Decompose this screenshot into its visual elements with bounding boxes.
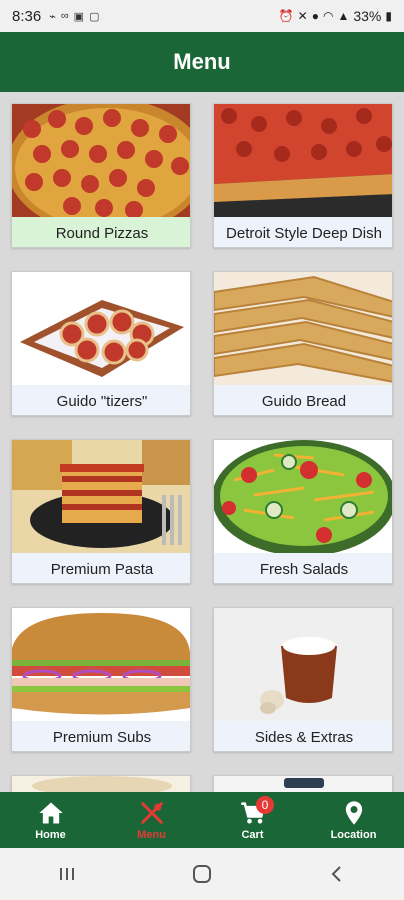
- deep-dish-image: [214, 104, 392, 217]
- system-icons: ⏰ ✕ ● ◠ ▲ 33% ▮: [279, 8, 392, 24]
- menu-item-premium-pasta[interactable]: Premium Pasta: [11, 439, 191, 584]
- menu-item-label: Round Pizzas: [12, 217, 190, 247]
- back-icon[interactable]: [325, 862, 349, 886]
- menu-item-partial[interactable]: [213, 775, 393, 792]
- bottom-nav: Home Menu 0 Cart Location: [0, 792, 404, 848]
- menu-item-partial[interactable]: [11, 775, 191, 792]
- menu-item-label: Detroit Style Deep Dish: [214, 217, 392, 247]
- battery-text: 33%: [353, 8, 382, 24]
- sub-sandwich-image: [12, 608, 190, 721]
- menu-item-label: Guido "tizers": [12, 385, 190, 415]
- page-title: Menu: [173, 49, 231, 74]
- app-bar: Menu: [0, 32, 404, 92]
- status-bar: 8:36 ⌁ ∞ ▣ ▢ ⏰ ✕ ● ◠ ▲ 33% ▮: [0, 0, 404, 32]
- food-image: [12, 776, 190, 792]
- phone-icon: ▢: [89, 10, 100, 23]
- menu-item-guido-bread[interactable]: Guido Bread: [213, 271, 393, 416]
- dipping-sauce-image: [214, 608, 392, 721]
- recent-apps-icon[interactable]: [55, 862, 79, 886]
- system-navigation-bar: [0, 848, 404, 900]
- utensils-icon: [140, 802, 163, 824]
- menu-item-label: Sides & Extras: [214, 721, 392, 751]
- salad-image: [214, 440, 392, 553]
- nav-cart[interactable]: 0 Cart: [202, 792, 303, 848]
- nav-cart-label: Cart: [241, 829, 264, 841]
- voicemail-icon: ∞: [60, 10, 69, 22]
- wifi-icon: ◠: [322, 9, 334, 23]
- lasagna-image: [12, 440, 190, 553]
- menu-item-premium-subs[interactable]: Premium Subs: [11, 607, 191, 752]
- pinwheel-appetizer-image: [12, 272, 190, 385]
- menu-item-label: Guido Bread: [214, 385, 392, 415]
- menu-item-label: Fresh Salads: [214, 553, 392, 583]
- menu-grid: Round Pizzas Detroit Style Deep Dish Gui…: [0, 92, 404, 792]
- nav-location-label: Location: [330, 829, 377, 841]
- bread-sticks-image: [214, 272, 392, 385]
- gallery-icon: ▣: [73, 10, 85, 23]
- nav-menu[interactable]: Menu: [101, 792, 202, 848]
- menu-item-label: Premium Pasta: [12, 553, 190, 583]
- menu-item-sides-extras[interactable]: Sides & Extras: [213, 607, 393, 752]
- wifi-calling-icon: ⌁: [49, 10, 56, 23]
- nav-home-label: Home: [35, 829, 66, 841]
- menu-item-fresh-salads[interactable]: Fresh Salads: [213, 439, 393, 584]
- cart-count-badge: 0: [256, 796, 274, 814]
- menu-item-label: Premium Subs: [12, 721, 190, 751]
- menu-item-guido-tizers[interactable]: Guido "tizers": [11, 271, 191, 416]
- mute-icon: ✕: [297, 9, 308, 23]
- nav-menu-label: Menu: [137, 829, 166, 841]
- menu-item-detroit-style[interactable]: Detroit Style Deep Dish: [213, 103, 393, 248]
- round-pizza-image: [12, 104, 190, 217]
- nav-home[interactable]: Home: [0, 792, 101, 848]
- signal-icon: ▲: [337, 9, 350, 23]
- home-button-icon[interactable]: [190, 862, 214, 886]
- menu-item-round-pizzas[interactable]: Round Pizzas: [11, 103, 191, 248]
- location-status-icon: ●: [311, 9, 319, 23]
- alarm-icon: ⏰: [278, 9, 294, 23]
- battery-icon: ▮: [385, 9, 392, 23]
- home-icon: [38, 802, 63, 824]
- nav-location[interactable]: Location: [303, 792, 404, 848]
- status-time: 8:36: [12, 7, 42, 25]
- location-pin-icon: [345, 801, 362, 825]
- drink-image: [214, 776, 392, 792]
- notification-icons: ⌁ ∞ ▣ ▢: [49, 10, 99, 23]
